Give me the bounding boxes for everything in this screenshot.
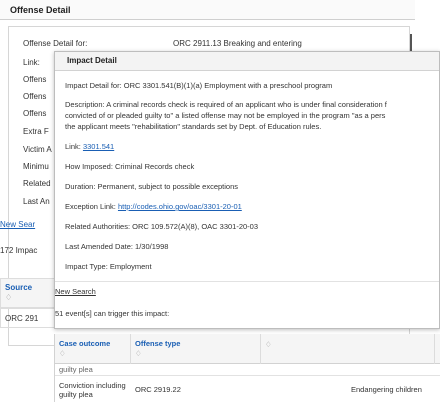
row-label: Offens [23, 75, 47, 84]
row-label: Link: [23, 58, 40, 67]
detail-row: Minimu [23, 162, 49, 171]
column-header-case-outcome[interactable]: Case outcome ♢ [55, 334, 131, 364]
events-count: 51 event[s] can trigger this impact: [55, 309, 170, 318]
description-line-3: the applicant meets "rehabilitation" sta… [65, 122, 322, 131]
impact-type: Impact Type: Employment [65, 262, 152, 271]
last-amended-date: Last Amended Date: 1/30/1998 [65, 242, 169, 251]
description-line-1: Description: A criminal records check is… [65, 100, 387, 109]
exception-link[interactable]: http://codes.ohio.gov/oac/3301-20-01 [118, 202, 242, 211]
detail-row: Offens [23, 109, 46, 118]
row-outcome: Conviction including guilty plea [59, 381, 126, 399]
duration: Duration: Permanent, subject to possible… [65, 182, 239, 191]
table-header: Case outcome ♢ Offense type ♢ ♢ [55, 334, 440, 364]
column-header-offense-type[interactable]: Offense type ♢ [131, 334, 261, 364]
impacts-count: 172 Impac [0, 246, 38, 255]
row-label: Related [23, 179, 51, 188]
outcome-line-1: Conviction including [59, 381, 126, 390]
description-line-2: convicted of or pleaded guilty to" a lis… [65, 111, 386, 120]
detail-row: Last An [23, 197, 50, 206]
detail-row: Related [23, 179, 51, 188]
row-label: Offens [23, 109, 47, 118]
row-label: Extra F [23, 127, 49, 136]
row-description: Endangering children [351, 385, 422, 394]
related-authorities: Related Authorities: ORC 109.572(A)(8), … [65, 222, 259, 231]
statute-link[interactable]: 3301.541 [83, 142, 114, 151]
column-header-description[interactable]: ♢ [261, 334, 435, 364]
detail-row: Offens [23, 92, 46, 101]
column-label: Offense type [135, 339, 181, 348]
exception-label: Exception Link: [65, 202, 118, 211]
impact-detail-modal: Impact Detail Impact Detail for: ORC 330… [54, 51, 440, 329]
row-label: Minimu [23, 162, 49, 171]
sort-icon: ♢ [59, 349, 66, 358]
how-imposed: How Imposed: Criminal Records check [65, 162, 195, 171]
column-label: Case outcome [59, 339, 111, 348]
detail-row: Victim A [23, 145, 52, 154]
link-label: Link: [65, 142, 83, 151]
impact-detail-title: Impact Detail [55, 52, 439, 71]
new-search-link[interactable]: New Search [55, 287, 96, 296]
exception-line: Exception Link: http://codes.ohio.gov/oa… [65, 202, 242, 211]
row-value: ORC 2911.13 Breaking and entering [173, 39, 302, 48]
link-line: Link: 3301.541 [65, 142, 114, 151]
outcome-line-2: guilty plea [59, 390, 93, 399]
trigger-events-table: Case outcome ♢ Offense type ♢ ♢ guilty p… [54, 334, 440, 402]
row-offense-type: ORC 2919.22 [135, 385, 181, 394]
new-search-link[interactable]: New Sear [0, 220, 35, 229]
row-label: Victim A [23, 145, 52, 154]
source-cell: ORC 291 [0, 308, 55, 328]
column-label: Source [5, 283, 33, 292]
offense-detail-for-row: Offense Detail for: ORC 2911.13 Breaking… [23, 39, 302, 48]
source-column-header[interactable]: Source ♢ [0, 278, 55, 308]
sort-icon: ♢ [5, 293, 13, 302]
row-label: Last An [23, 197, 50, 206]
partial-row-outcome: guilty plea [59, 365, 93, 374]
impact-detail-for: Impact Detail for: ORC 3301.541(B)(1)(a)… [65, 81, 333, 90]
link-row: Link: [23, 58, 40, 67]
divider [55, 281, 439, 282]
sort-icon: ♢ [265, 340, 272, 349]
sort-icon: ♢ [135, 349, 142, 358]
detail-row: Extra F [23, 127, 49, 136]
row-label: Offens [23, 92, 47, 101]
row-divider [55, 375, 440, 376]
row-label: Offense Detail for: [23, 39, 88, 48]
detail-row: Offens [23, 75, 46, 84]
offense-detail-title: Offense Detail [0, 0, 415, 20]
